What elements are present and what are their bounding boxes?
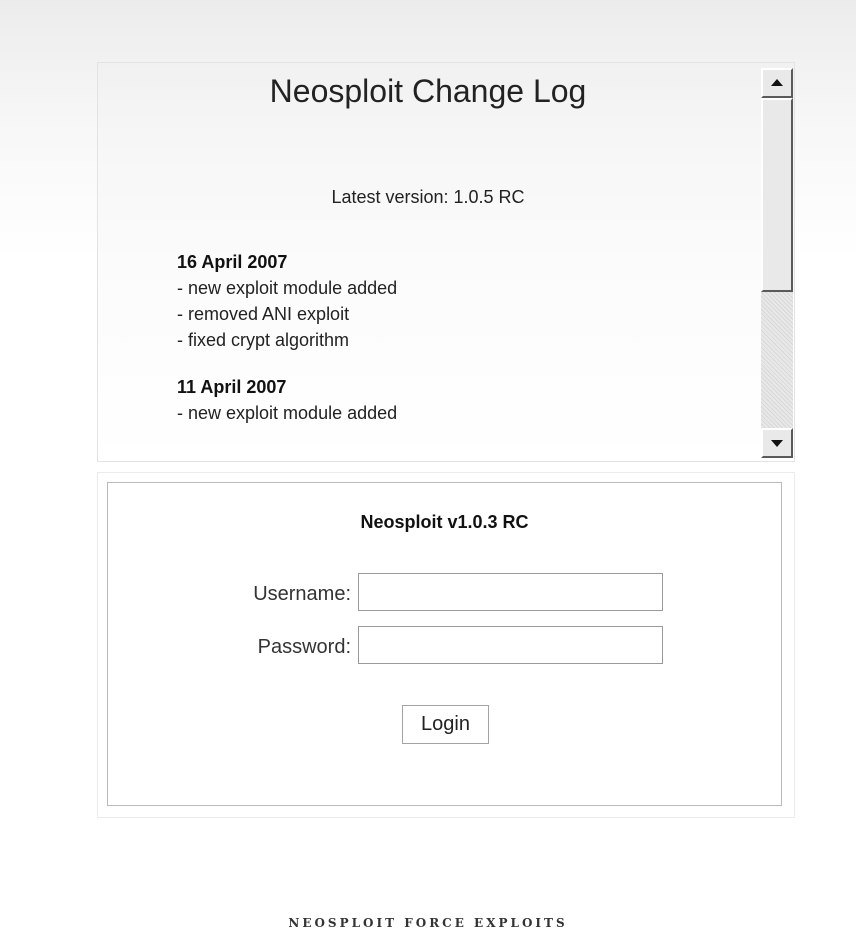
scroll-up-button[interactable] <box>761 68 793 98</box>
entry-line: - fixed crypt algorithm <box>177 330 350 350</box>
changelog-content: Neosploit Change Log Latest version: 1.0… <box>98 63 758 461</box>
changelog-entry: 11 April 2007 - new exploit module added <box>177 375 737 426</box>
entry-date: 11 April 2007 <box>177 377 287 397</box>
username-label: Username: <box>253 583 351 605</box>
login-form: Neosploit v1.0.3 RC Username: Password: … <box>107 482 782 806</box>
login-button[interactable]: Login <box>402 705 489 744</box>
changelog-scrollbar[interactable] <box>761 68 793 458</box>
password-label: Password: <box>257 636 351 658</box>
entry-line: - removed ANI exploit <box>177 304 350 324</box>
username-input[interactable] <box>358 573 663 611</box>
latest-version: Latest version: 1.0.5 RC <box>331 187 525 207</box>
login-panel: Neosploit v1.0.3 RC Username: Password: … <box>97 472 795 818</box>
scroll-down-button[interactable] <box>761 428 793 458</box>
changelog-entries: 16 April 2007 - new exploit module added… <box>177 250 737 448</box>
footer-text: NEOSPLOIT FORCE EXPLOITS <box>288 916 568 930</box>
scroll-up-arrow-icon <box>771 79 783 86</box>
entry-line: - new exploit module added <box>177 403 398 423</box>
login-title: Neosploit v1.0.3 RC <box>360 512 529 532</box>
changelog-entry: 16 April 2007 - new exploit module added… <box>177 250 737 353</box>
entry-date: 16 April 2007 <box>177 252 288 272</box>
scroll-down-arrow-icon <box>771 440 783 447</box>
entry-line: - new exploit module added <box>177 278 398 298</box>
changelog-panel: Neosploit Change Log Latest version: 1.0… <box>97 62 795 462</box>
scroll-thumb[interactable] <box>761 98 793 292</box>
password-input[interactable] <box>358 626 663 664</box>
changelog-title: Neosploit Change Log <box>269 73 587 109</box>
